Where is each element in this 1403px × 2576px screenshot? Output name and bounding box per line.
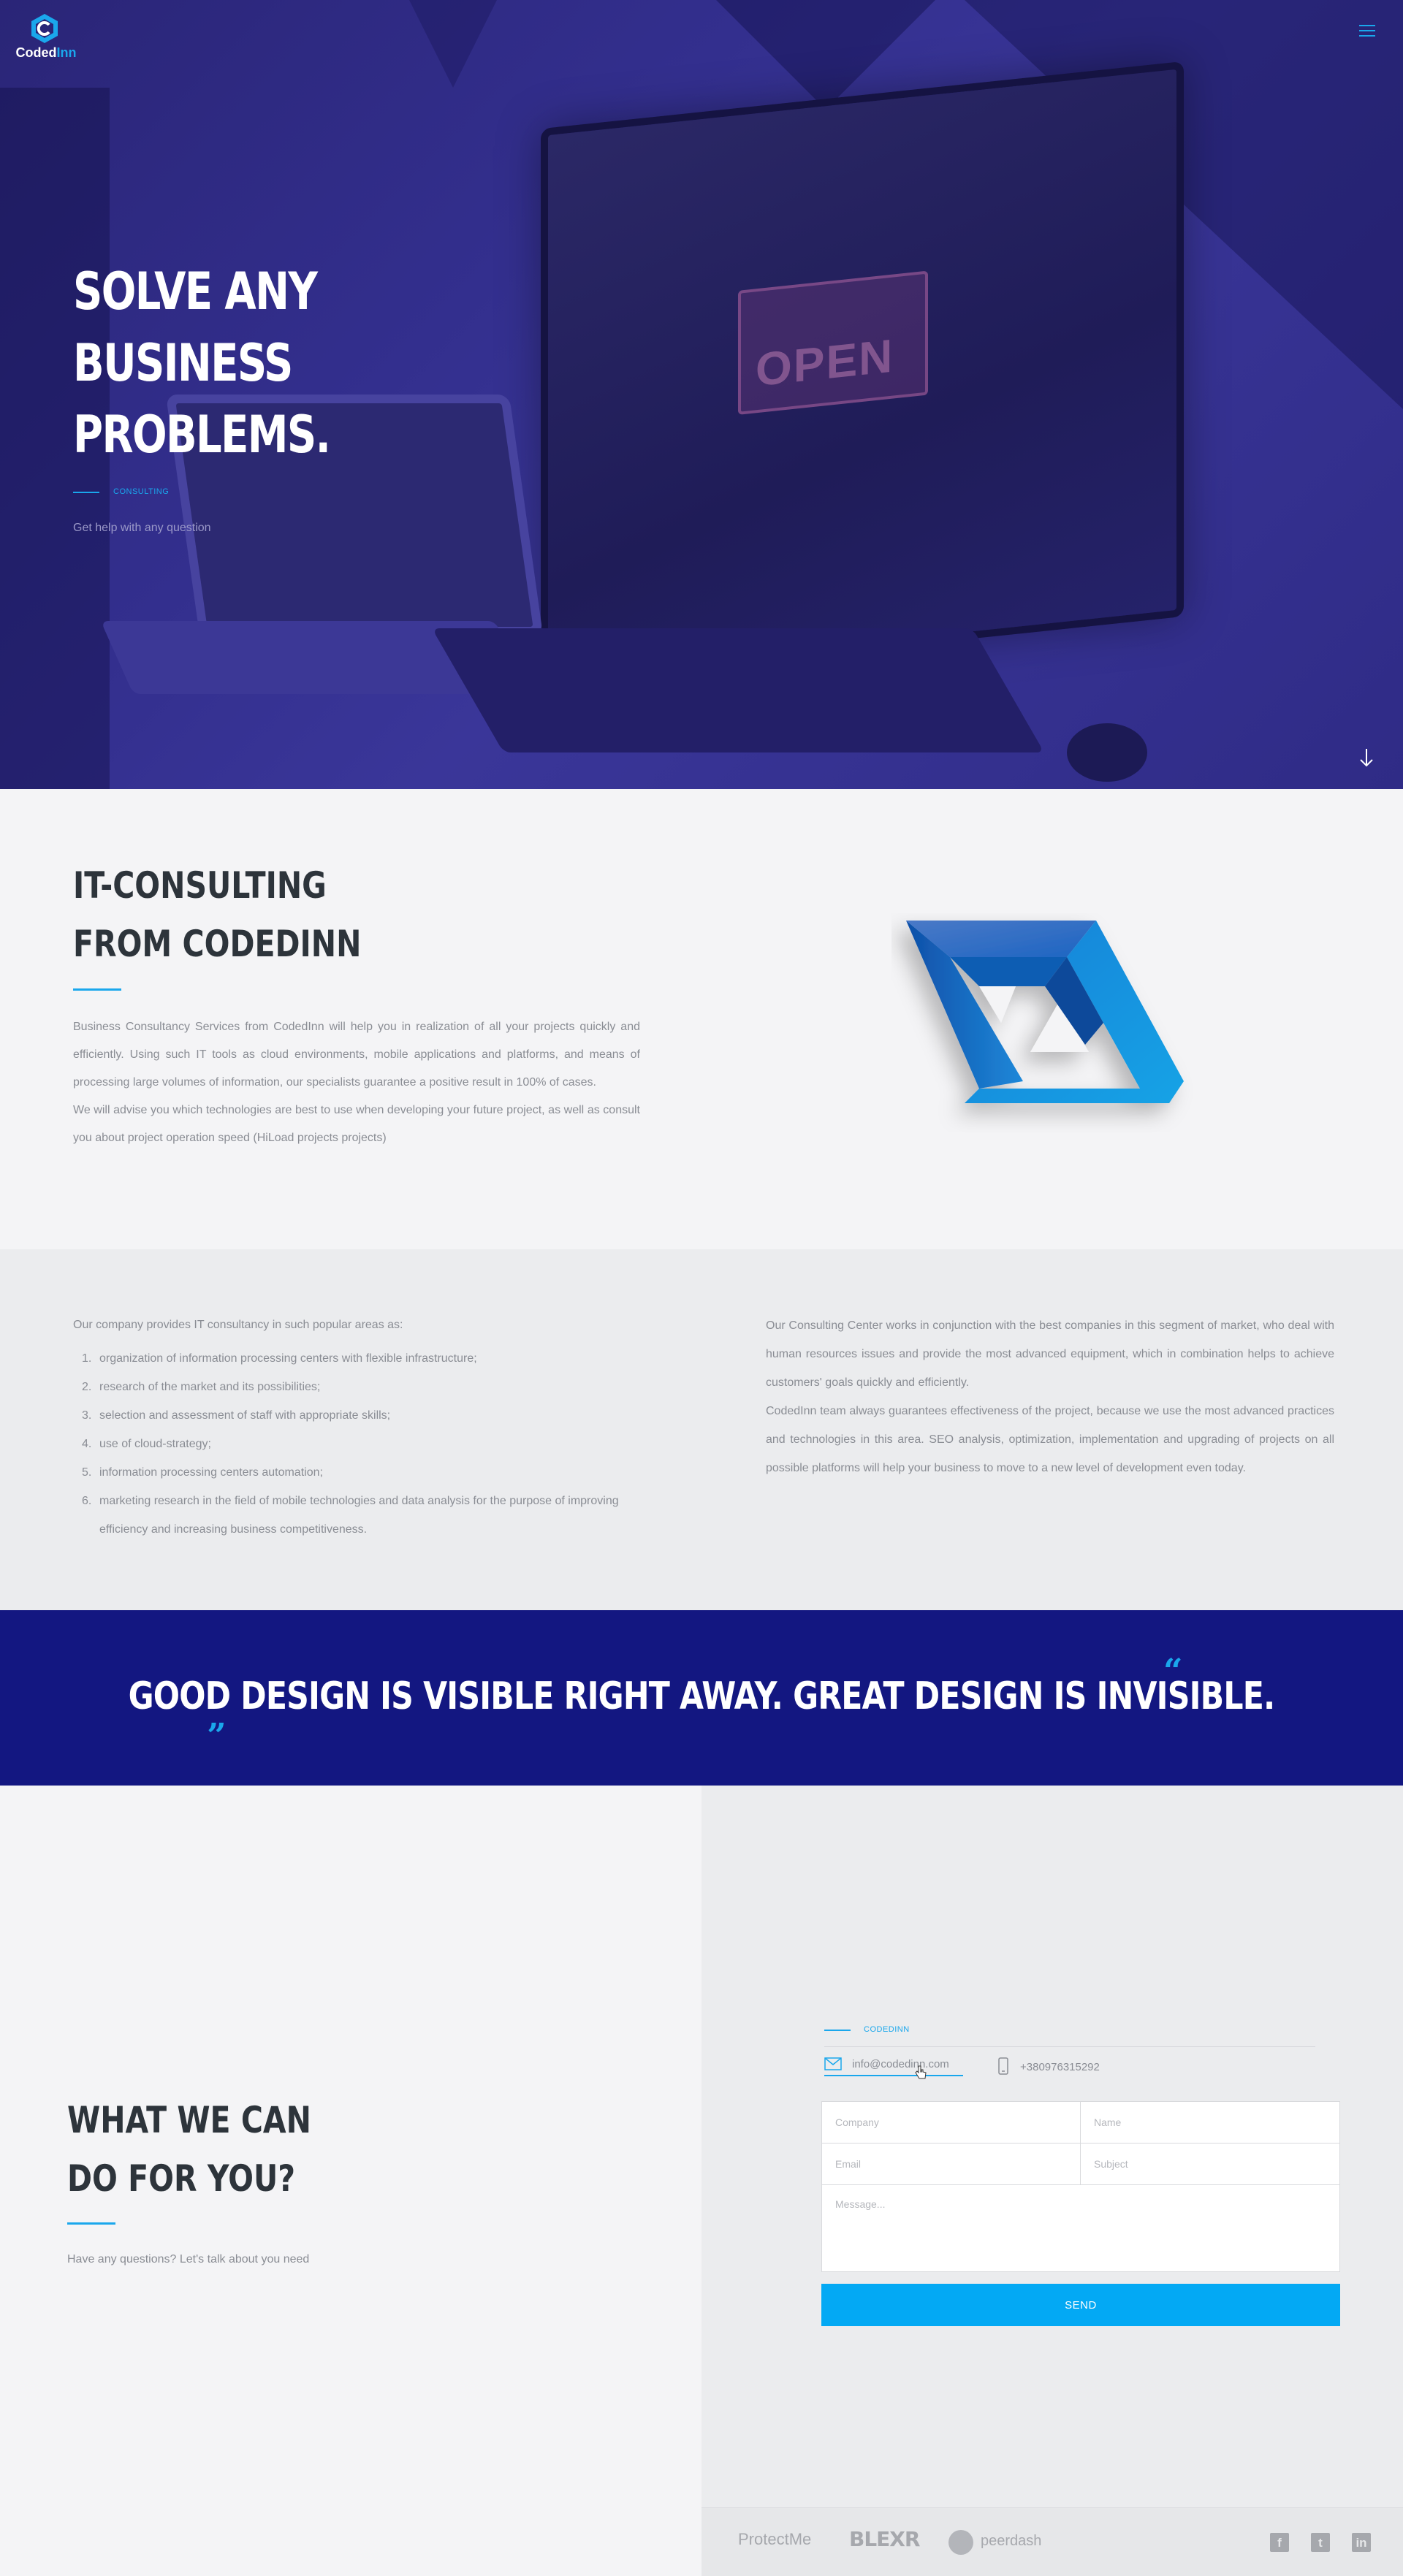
areas-intro: Our company provides IT consultancy in s… xyxy=(73,1319,403,1331)
areas-description: Our Consulting Center works in conjuncti… xyxy=(766,1311,1334,1482)
hero-bg-shape xyxy=(409,0,497,88)
list-item: 3. selection and assessment of staff with… xyxy=(82,1409,391,1422)
contact-kicker-line xyxy=(824,2030,851,2031)
phone-text: +380976315292 xyxy=(1020,2061,1100,2073)
list-item: 2. research of the market and its possibi… xyxy=(82,1381,321,1393)
about-accent-line xyxy=(73,988,121,991)
email-text: info@codedinn.com xyxy=(852,2058,949,2070)
about-title: IT-CONSULTING FROM CODEDINN xyxy=(73,856,493,973)
hero-bg-keyboard xyxy=(431,628,1045,752)
peerdash-icon xyxy=(948,2530,973,2555)
hero-title-line: PROBLEMS. xyxy=(73,405,331,465)
areas-paragraph: CodedInn team always guarantees effectiv… xyxy=(766,1405,1334,1474)
arrow-down-icon[interactable] xyxy=(1358,747,1375,769)
contact-subtitle: Have any questions? Let's talk about you… xyxy=(67,2253,310,2266)
partner-logo-blexr[interactable]: BLEXR xyxy=(849,2527,920,2551)
envelope-icon xyxy=(824,2057,842,2070)
contact-title-line: DO FOR YOU? xyxy=(67,2157,296,2200)
phone-contact-link[interactable]: +380976315292 xyxy=(998,2057,1144,2079)
message-field[interactable] xyxy=(821,2184,1340,2272)
hero-bg-monitor: OPEN xyxy=(541,61,1184,685)
quote-banner: „ GOOD DESIGN IS VISIBLE RIGHT AWAY. GRE… xyxy=(0,1610,1403,1786)
brand-logo[interactable]: CodedInn xyxy=(13,12,79,63)
hero-kicker: CONSULTING xyxy=(113,487,170,496)
list-item: 4. use of cloud-strategy; xyxy=(82,1438,211,1450)
about-title-line: IT-CONSULTING xyxy=(73,864,327,907)
phone-icon xyxy=(998,2057,1008,2075)
hamburger-menu-icon[interactable] xyxy=(1359,25,1375,37)
contact-title-line: WHAT WE CAN xyxy=(67,2099,311,2141)
name-field[interactable] xyxy=(1080,2101,1340,2144)
linkedin-icon[interactable]: in xyxy=(1352,2533,1371,2552)
quote-text: GOOD DESIGN IS VISIBLE RIGHT AWAY. GREAT… xyxy=(128,1674,1276,1718)
footer: ProtectMe BLEXR peerdash f t in xyxy=(702,2507,1403,2576)
hero-section: OPEN CodedInn SOLVE ANY BUSINESS PROBLEM… xyxy=(0,0,1403,789)
divider xyxy=(824,2046,1315,2047)
partner-logo-protectme[interactable]: ProtectMe xyxy=(738,2530,811,2549)
contact-title: WHAT WE CAN DO FOR YOU? xyxy=(67,2091,487,2208)
hero-bg-mouse xyxy=(1067,723,1147,782)
subject-field[interactable] xyxy=(1080,2143,1340,2185)
contact-kicker: CODEDINN xyxy=(864,2025,910,2034)
hero-accent-line xyxy=(73,492,99,493)
facebook-icon[interactable]: f xyxy=(1270,2533,1289,2552)
hero-title-line: BUSINESS xyxy=(73,333,293,393)
partner-logo-peerdash[interactable]: peerdash xyxy=(981,2533,1041,2550)
contact-accent-line xyxy=(67,2222,115,2225)
close-quote-icon: “ xyxy=(1163,1651,1183,1691)
company-field[interactable] xyxy=(821,2101,1081,2144)
hero-title-line: SOLVE ANY xyxy=(73,262,318,321)
logo-hex-icon xyxy=(31,14,58,43)
list-item: 1. organization of information processing… xyxy=(82,1352,477,1365)
hero-bg-open-sign: OPEN xyxy=(738,270,928,415)
about-title-line: FROM CODEDINN xyxy=(73,923,362,965)
contact-form: SEND xyxy=(821,2101,1340,2328)
about-paragraph: Business Consultancy Services from Coded… xyxy=(73,1021,640,1089)
twitter-icon[interactable]: t xyxy=(1311,2533,1330,2552)
about-text: Business Consultancy Services from Coded… xyxy=(73,1013,640,1152)
areas-paragraph: Our Consulting Center works in conjuncti… xyxy=(766,1319,1334,1389)
about-paragraph: We will advise you which technologies ar… xyxy=(73,1104,640,1144)
brand-name: CodedInn xyxy=(15,45,77,60)
about-section: IT-CONSULTING FROM CODEDINN Business Con… xyxy=(0,789,1403,1249)
list-item: 5. information processing centers automat… xyxy=(82,1466,323,1479)
consultancy-areas-section: Our company provides IT consultancy in s… xyxy=(0,1249,1403,1610)
hero-title: SOLVE ANY BUSINESS PROBLEMS. xyxy=(73,256,424,470)
list-item: 6. marketing research in the field of mob… xyxy=(82,1495,619,1536)
email-contact-link[interactable]: info@codedinn.com xyxy=(824,2054,963,2076)
contact-form-section: CODEDINN info@codedinn.com +380976315292… xyxy=(702,1786,1403,2507)
email-field[interactable] xyxy=(821,2143,1081,2185)
contact-intro: WHAT WE CAN DO FOR YOU? Have any questio… xyxy=(0,1786,702,2576)
hand-cursor-icon xyxy=(915,2065,927,2079)
send-button[interactable]: SEND xyxy=(821,2284,1340,2326)
hero-subtitle: Get help with any question xyxy=(73,522,211,534)
penrose-triangle-logo xyxy=(906,921,1184,1103)
areas-list: 1. organization of information processing… xyxy=(73,1344,643,1544)
